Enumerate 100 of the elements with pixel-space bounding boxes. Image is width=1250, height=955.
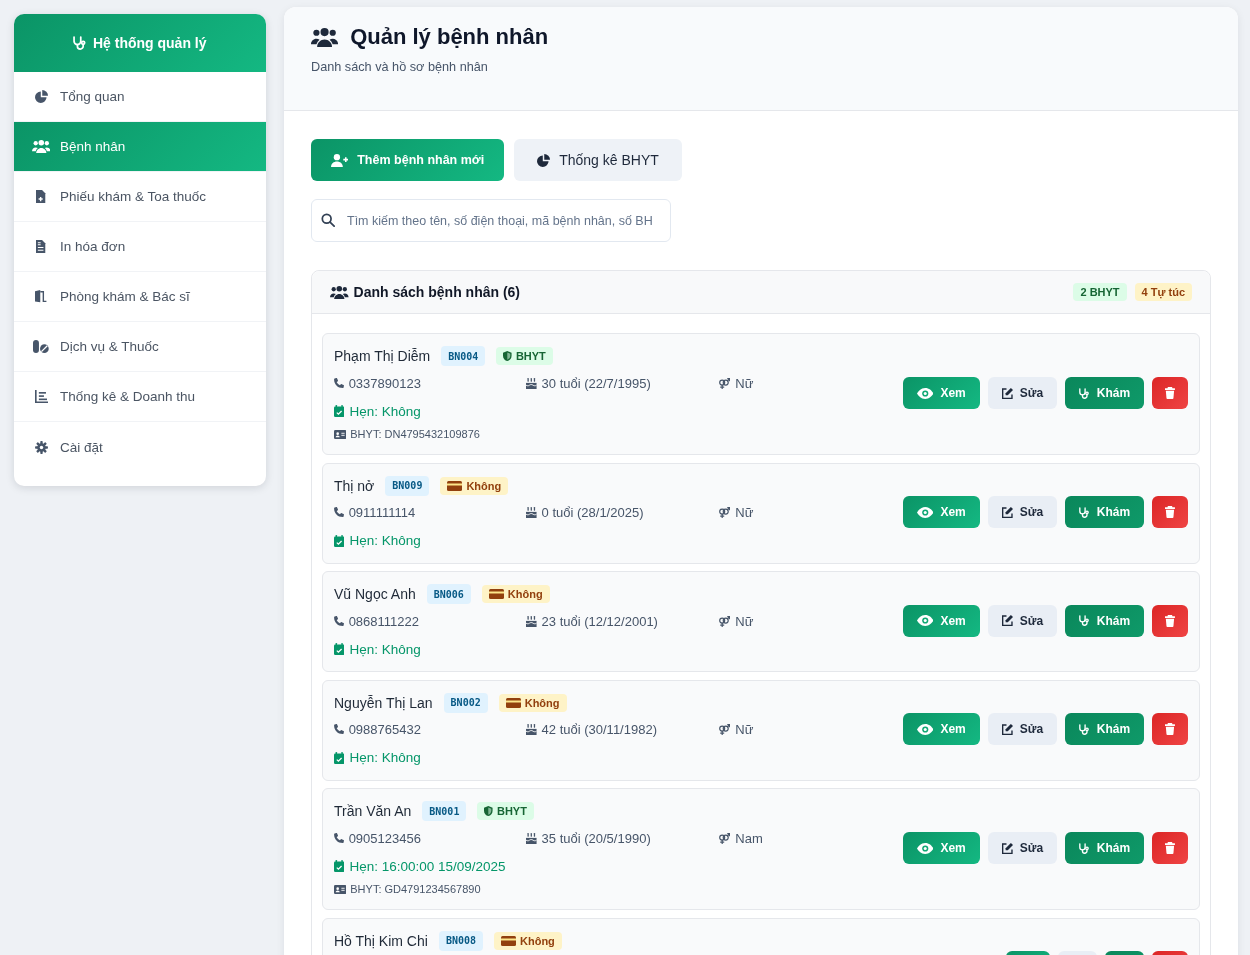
delete-button[interactable] [1152,713,1188,746]
patient-name: Nguyễn Thị Lan [334,694,433,711]
app-title: Hệ thống quản lý [92,35,207,51]
age-text: 42 tuổi (30/11/1982) [541,722,657,738]
phone-number: 0988765432 [348,722,421,738]
patient-id-tag: BN002 [443,692,488,713]
shield-icon [484,806,493,817]
phone-number: 0911111114 [348,505,416,521]
calendar-check-icon [334,534,345,547]
trash-icon [1165,723,1175,736]
cake-icon [526,377,537,389]
insurance-stats-button[interactable]: Thống kê BHYT [514,139,682,181]
patient-id-tag: BN004 [441,346,486,366]
patient-name: Thị nở [334,477,375,494]
gender-icon [719,507,731,519]
edit-button[interactable]: Sửa [987,604,1058,637]
sidebar-item[interactable]: Cài đặt [14,422,266,472]
age-text: 35 tuổi (20/5/1990) [541,830,651,846]
gender-icon [719,615,731,627]
add-user-icon [331,153,349,167]
users-icon [311,27,339,47]
phone-icon [334,832,344,844]
phone-icon [334,377,344,389]
edit-button[interactable]: Sửa [987,713,1058,746]
stethoscope-icon [1079,723,1090,735]
delete-button[interactable] [1152,604,1188,637]
phone-number: 0337890123 [348,375,421,391]
delete-button[interactable] [1152,832,1188,865]
delete-button[interactable] [1152,496,1188,529]
phone-icon [334,507,344,519]
insurance-number: BHYT: DN4795432109876 [350,428,480,440]
sidebar-item[interactable]: In hóa đơn [14,222,266,272]
page-title: Quản lý bệnh nhân [350,23,549,51]
id-card-icon [334,429,347,439]
id-card-icon [334,884,347,894]
age-text: 0 tuổi (28/1/2025) [541,505,644,521]
insurance-status: Không [524,696,560,709]
insurance-status: BHYT [497,805,527,818]
eye-icon [916,723,934,735]
edit-button[interactable]: Sửa [987,496,1058,529]
stethoscope-icon [73,36,87,50]
credit-card-icon [447,480,463,491]
patient-name: Hồ Thị Kim Chi [334,932,428,949]
search-field[interactable]: Tìm kiếm theo tên, số điện thoại, mã bệnh nhân, số BH [311,199,671,242]
stethoscope-icon [1079,615,1090,627]
insurance-status: Không [520,934,555,947]
count-tag: 2 BHYT [1073,283,1127,301]
insurance-status: Không [507,588,543,601]
cake-icon [526,507,537,519]
phone-number: 0905123456 [348,830,421,846]
examine-button[interactable]: Khám [1065,832,1145,865]
examine-button[interactable]: Khám [1065,604,1145,637]
stethoscope-icon [1079,842,1090,854]
gender-icon [719,724,731,736]
calendar-check-icon [334,643,345,656]
patient-name: Phạm Thị Diễm [334,348,431,364]
list-title: Danh sách bệnh nhân (6) [353,284,521,300]
edit-button[interactable]: Sửa [987,377,1058,409]
phone-icon [334,615,344,627]
medical-file-icon [36,190,46,203]
patient-id-tag: BN009 [385,475,430,496]
insurance-status: BHYT [515,350,546,362]
examine-button[interactable]: Khám [1065,713,1145,746]
pills-icon [33,340,49,353]
patient-name: Vũ Ngọc Anh [334,586,416,603]
examine-button[interactable]: Khám [1065,496,1145,529]
bar-chart-icon [34,390,48,403]
delete-button[interactable] [1152,377,1188,409]
gender-text: Nữ [735,375,754,391]
appointment-text: Hẹn: Không [349,641,421,657]
sidebar-item[interactable]: Phòng khám & Bác sĩ [14,272,266,322]
users-icon [330,285,349,299]
page-subtitle: Danh sách và hồ sơ bệnh nhân [311,59,488,76]
age-text: 23 tuổi (12/12/2001) [541,613,658,629]
phone-icon [334,724,344,736]
sidebar-item[interactable]: Dịch vụ & Thuốc [14,322,266,372]
pie-chart-icon [34,90,48,103]
trash-icon [1165,506,1175,519]
insurance-number: BHYT: GD4791234567890 [350,883,481,896]
credit-card-icon [488,589,504,600]
edit-icon [1001,842,1013,854]
edit-icon [1001,615,1013,627]
patient-id-tag: BN008 [438,930,483,951]
stethoscope-icon [1079,387,1090,399]
examine-button[interactable]: Khám [1065,377,1145,409]
appointment-text: Hẹn: Không [349,750,421,766]
sidebar-item[interactable]: Thống kê & Doanh thu [14,372,266,422]
cake-icon [526,724,537,736]
stethoscope-icon [1079,506,1090,518]
search-icon [321,213,335,227]
door-icon [35,290,47,303]
edit-button[interactable]: Sửa [987,832,1058,865]
gender-text: Nữ [735,613,754,629]
trash-icon [1165,387,1175,399]
eye-icon [916,842,934,854]
cake-icon [526,832,537,844]
document-icon [36,240,46,253]
appointment-text: Hẹn: 16:00:00 15/09/2025 [349,858,506,874]
shield-icon [503,351,512,361]
sidebar-item[interactable]: Phiếu khám & Toa thuốc [14,172,266,222]
